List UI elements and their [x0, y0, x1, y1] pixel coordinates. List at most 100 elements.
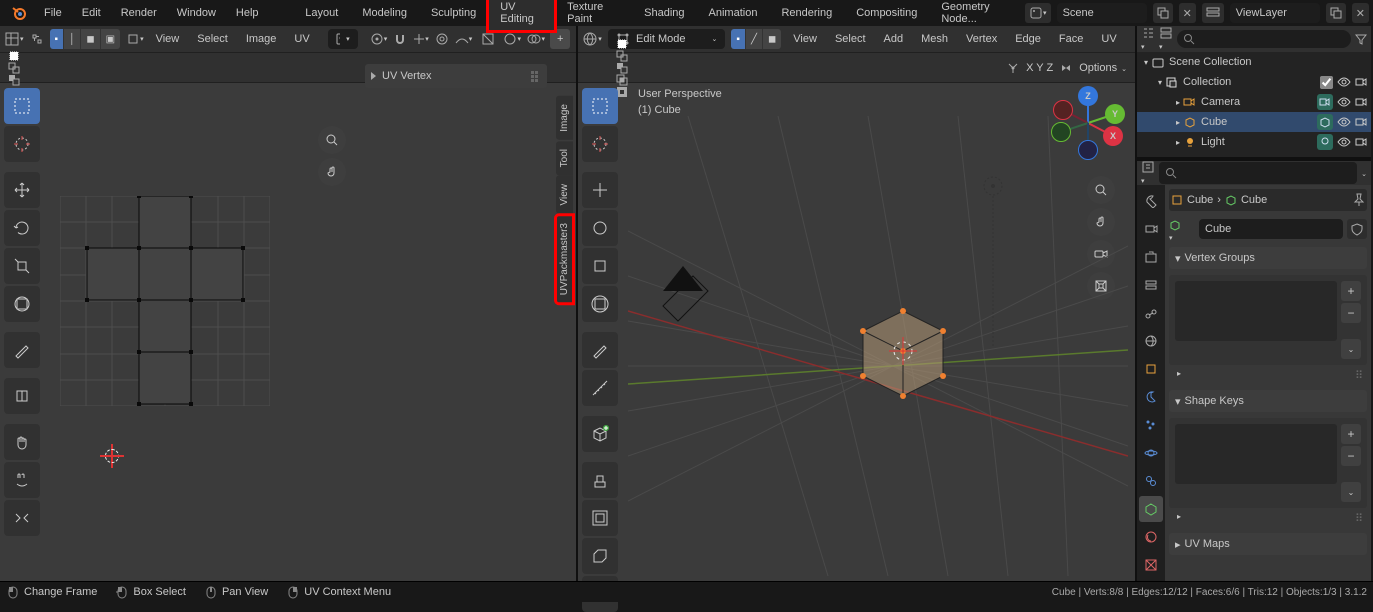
vp-menu-select[interactable]: Select — [829, 33, 872, 45]
light-data-chip-icon[interactable] — [1317, 134, 1333, 150]
tab-uvpackmaster3[interactable]: UVPackmaster3 — [556, 215, 573, 303]
tab-constraints-icon[interactable] — [1139, 468, 1163, 494]
mesh-automerge-icon[interactable] — [1006, 61, 1020, 75]
tool-cursor-icon[interactable] — [4, 126, 40, 162]
vp-menu-vertex[interactable]: Vertex — [960, 33, 1003, 45]
uv-drag-select-extend-icon[interactable] — [8, 62, 20, 74]
editor-type-3d-icon[interactable]: ▾ — [582, 29, 602, 49]
eye-icon[interactable] — [1337, 96, 1351, 108]
vp-drag-select-set-icon[interactable] — [616, 38, 628, 50]
face-select-icon[interactable]: ◼ — [763, 29, 781, 49]
vp-tool-annotate-icon[interactable] — [582, 332, 618, 368]
mirror-options-icon[interactable] — [1059, 61, 1073, 75]
vp-tool-move-icon[interactable] — [582, 172, 618, 208]
workspace-tab-sculpting[interactable]: Sculpting — [419, 1, 488, 25]
uv-grid-canvas[interactable] — [60, 196, 270, 406]
uv-show-gizmo-icon[interactable]: + — [550, 29, 570, 49]
uv-menu-image[interactable]: Image — [240, 33, 283, 45]
properties-editor-type-icon[interactable]: ▾ — [1141, 160, 1155, 186]
uv-pan-icon[interactable] — [318, 158, 346, 186]
viewlayer-new-icon[interactable] — [1326, 3, 1346, 23]
uv-2d-cursor-icon[interactable] — [100, 444, 124, 468]
outliner-camera-row[interactable]: ▸ Camera — [1137, 92, 1371, 112]
vertex-select-icon[interactable]: ▪ — [731, 29, 746, 49]
workspace-tab-uv-editing[interactable]: UV Editing — [488, 0, 555, 31]
vp-drag-select-intersect-icon[interactable] — [616, 74, 628, 86]
scene-new-icon[interactable] — [1153, 3, 1173, 23]
camera-render-icon[interactable] — [1355, 116, 1367, 128]
camera-render-icon[interactable] — [1355, 76, 1367, 88]
outliner-light-row[interactable]: ▸ Light — [1137, 132, 1371, 152]
vp-tool-cursor-icon[interactable] — [582, 126, 618, 162]
tab-tool-icon[interactable] — [1139, 188, 1163, 214]
tab-scene-icon[interactable] — [1139, 300, 1163, 326]
drag-handle-icon[interactable] — [531, 71, 541, 81]
properties-options-icon[interactable]: ⌄ — [1361, 167, 1367, 179]
uv-drag-select-set-icon[interactable] — [8, 50, 20, 62]
outliner-search-input[interactable] — [1177, 30, 1351, 48]
axis-x-toggle[interactable]: X — [1026, 62, 1033, 74]
vp-menu-uv[interactable]: UV — [1095, 33, 1122, 45]
chevron-right-icon[interactable]: ▸ — [1177, 512, 1181, 525]
workspace-tab-modeling[interactable]: Modeling — [350, 1, 419, 25]
plus-icon[interactable]: + — [1341, 424, 1361, 444]
workspace-tab-animation[interactable]: Animation — [697, 1, 770, 25]
panel-shape-keys[interactable]: ▾Shape Keys — [1169, 390, 1367, 412]
tab-render-icon[interactable] — [1139, 216, 1163, 242]
viewlayer-delete-icon[interactable]: ✕ — [1352, 3, 1369, 23]
vp-tool-extrude-icon[interactable] — [582, 462, 618, 498]
camera-render-icon[interactable] — [1355, 136, 1367, 148]
editor-type-icon[interactable]: ▾ — [4, 29, 24, 49]
uv-sticky-select-icon[interactable]: ▾ — [126, 29, 144, 49]
eye-icon[interactable] — [1337, 116, 1351, 128]
uv-pivot-icon[interactable]: ▾ — [370, 29, 388, 49]
vp-menu-face[interactable]: Face — [1053, 33, 1089, 45]
tab-output-icon[interactable] — [1139, 244, 1163, 270]
shield-icon[interactable] — [1347, 219, 1367, 239]
uv-overlays-icon[interactable]: ▾ — [526, 29, 546, 49]
tool-scale-icon[interactable] — [4, 248, 40, 284]
menu-window[interactable]: Window — [167, 2, 226, 24]
outliner-cube-row[interactable]: ▸ Cube — [1137, 112, 1371, 132]
uv-menu-view[interactable]: View — [150, 33, 186, 45]
tab-world-icon[interactable] — [1139, 328, 1163, 354]
menu-render[interactable]: Render — [111, 2, 167, 24]
mesh-name-field[interactable]: Cube — [1199, 219, 1343, 239]
vp-menu-add[interactable]: Add — [878, 33, 910, 45]
uv-snap-icon[interactable] — [393, 29, 407, 49]
tab-tool[interactable]: Tool — [556, 141, 573, 175]
outliner-filter-icon[interactable] — [1355, 33, 1367, 45]
uv-zoom-icon[interactable] — [318, 126, 346, 154]
minus-icon[interactable]: − — [1341, 303, 1361, 323]
uv-npanel-header[interactable]: UV Vertex — [365, 64, 547, 88]
mesh-data-chip-icon[interactable] — [1317, 114, 1333, 130]
vp-tool-rotate-icon[interactable] — [582, 210, 618, 246]
tool-grab-icon[interactable] — [4, 424, 40, 460]
plus-icon[interactable]: + — [1341, 281, 1361, 301]
menu-help[interactable]: Help — [226, 2, 269, 24]
scene-delete-icon[interactable]: ✕ — [1179, 3, 1196, 23]
tool-move-icon[interactable] — [4, 172, 40, 208]
scene-browse-icon[interactable]: ▾ — [1025, 3, 1051, 23]
outliner-scene-collection-row[interactable]: ▾ Scene Collection — [1137, 52, 1371, 72]
workspace-tab-shading[interactable]: Shading — [632, 1, 696, 25]
tab-viewlayer-icon[interactable] — [1139, 272, 1163, 298]
tab-texture-icon[interactable] — [1139, 552, 1163, 578]
vp-tool-measure-icon[interactable] — [582, 370, 618, 406]
drag-dots-icon[interactable]: ⠿ — [1355, 369, 1365, 382]
eye-icon[interactable] — [1337, 136, 1351, 148]
uv-falloff-icon[interactable]: ▾ — [455, 29, 473, 49]
tool-transform-icon[interactable] — [4, 286, 40, 322]
uv-select-island-icon[interactable]: ▣ — [101, 29, 120, 49]
tab-view[interactable]: View — [556, 176, 573, 214]
uv-sync-select-icon[interactable] — [30, 29, 44, 49]
tab-object-icon[interactable] — [1139, 356, 1163, 382]
shape-keys-list[interactable] — [1175, 424, 1337, 484]
camera-render-icon[interactable] — [1355, 96, 1367, 108]
minus-icon[interactable]: − — [1341, 446, 1361, 466]
tool-annotate-icon[interactable] — [4, 332, 40, 368]
uv-live-unwrap-icon[interactable] — [478, 29, 498, 49]
outliner-display-mode-icon[interactable]: ▾ — [1159, 26, 1173, 52]
scene-name-field[interactable]: Scene — [1057, 3, 1147, 23]
vp-menu-mesh[interactable]: Mesh — [915, 33, 954, 45]
